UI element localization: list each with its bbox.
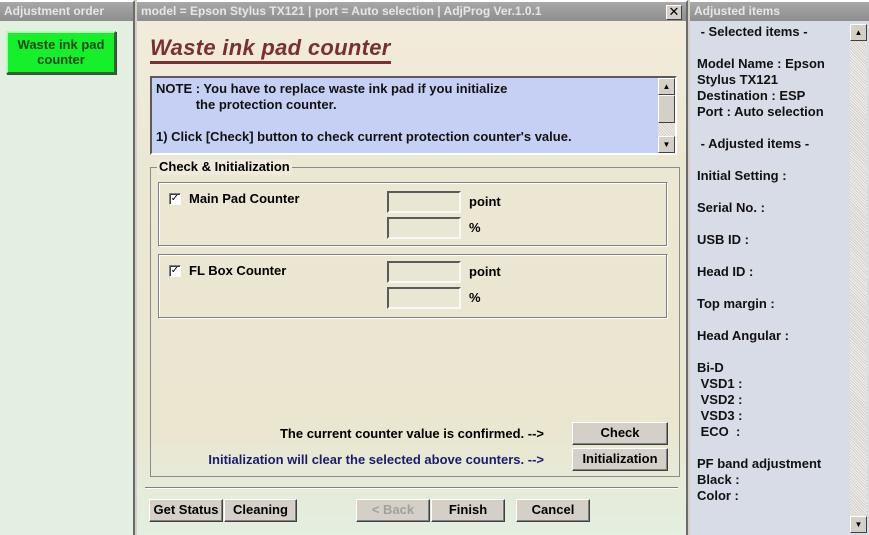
- main-window: model = Epson Stylus TX121 | port = Auto…: [137, 0, 688, 535]
- check-initialization-group: Check & Initialization ✓ Main Pad Counte…: [150, 159, 680, 477]
- adjusted-item-line: [697, 184, 847, 200]
- adjusted-item-line: Black :: [697, 472, 740, 487]
- window-title: model = Epson Stylus TX121 | port = Auto…: [137, 2, 686, 21]
- get-status-button[interactable]: Get Status: [149, 499, 223, 522]
- check-button[interactable]: Check: [572, 422, 668, 445]
- scroll-up-button[interactable]: ▲: [850, 24, 867, 41]
- adjusted-item-line: - Selected items -: [697, 24, 808, 39]
- note-line-blank: [156, 113, 655, 129]
- adjusted-item-line: Initial Setting :: [697, 168, 787, 183]
- adjusted-item-line: Model Name : Epson: [697, 56, 825, 71]
- point-unit-label: point: [469, 264, 501, 279]
- checkmark-icon: ✓: [170, 265, 180, 276]
- adjusted-item-line: [697, 312, 847, 328]
- group-legend: Check & Initialization: [157, 159, 292, 175]
- finish-button[interactable]: Finish: [431, 499, 505, 522]
- main-pad-counter-label: Main Pad Counter: [189, 191, 300, 206]
- adjusted-item-line: [697, 120, 847, 136]
- adjusted-item-line: VSD2 :: [697, 392, 743, 407]
- fl-box-counter-checkbox[interactable]: ✓: [169, 265, 181, 277]
- adjusted-item-line: VSD3 :: [697, 408, 743, 423]
- initialization-button[interactable]: Initialization: [572, 448, 668, 471]
- adjusted-items-list: - Selected items - Model Name : Epson Sty…: [697, 24, 847, 504]
- fl-box-percent-field[interactable]: [387, 287, 461, 309]
- scroll-down-button[interactable]: ▼: [850, 516, 867, 533]
- waste-ink-pad-counter-item[interactable]: Waste ink pad counter: [6, 31, 116, 74]
- back-button[interactable]: < Back: [356, 499, 430, 522]
- percent-unit-label: %: [469, 290, 481, 305]
- waste-ink-item-label-line1: Waste ink pad: [17, 37, 105, 52]
- scroll-up-button[interactable]: ▲: [658, 78, 675, 95]
- adjusted-item-line: Top margin :: [697, 296, 775, 311]
- cleaning-button[interactable]: Cleaning: [224, 499, 297, 522]
- arrow-down-icon: ▼: [662, 140, 671, 149]
- check-instruction-text: The current counter value is confirmed. …: [279, 426, 544, 441]
- note-textbox[interactable]: NOTE : You have to replace waste ink pad…: [150, 76, 677, 155]
- adjusted-item-line: Bi-D: [697, 360, 724, 375]
- main-pad-percent-field[interactable]: [387, 217, 461, 239]
- adjusted-item-line: Head Angular :: [697, 328, 789, 343]
- note-line: 1) Click [Check] button to check current…: [156, 129, 572, 144]
- point-unit-label: point: [469, 194, 501, 209]
- arrow-down-icon: ▼: [854, 520, 863, 529]
- adjusted-item-line: [697, 344, 847, 360]
- note-text: NOTE : You have to replace waste ink pad…: [156, 81, 655, 145]
- note-line: NOTE : You have to replace waste ink pad…: [156, 81, 508, 96]
- adjusted-item-line: [697, 248, 847, 264]
- adjusted-item-line: [697, 40, 847, 56]
- adjusted-item-line: [697, 280, 847, 296]
- adjusted-item-line: Stylus TX121: [697, 72, 778, 87]
- adjusted-item-line: USB ID :: [697, 232, 749, 247]
- adjusted-item-line: - Adjusted items -: [697, 136, 810, 151]
- fl-box-point-field[interactable]: [387, 261, 461, 283]
- main-pad-counter-box: ✓ Main Pad Counter point %: [158, 182, 668, 247]
- adjusted-item-line: PF band adjustment: [697, 456, 822, 471]
- adjusted-item-line: Color :: [697, 488, 739, 503]
- adjustment-order-panel: Adjustment order Waste ink pad counter: [0, 0, 135, 535]
- cancel-button[interactable]: Cancel: [516, 499, 590, 522]
- waste-ink-item-label-line2: counter: [37, 52, 85, 67]
- adjusted-item-line: ECO :: [697, 424, 741, 439]
- note-scrollbar[interactable]: ▲ ▼: [658, 78, 675, 153]
- scroll-thumb[interactable]: [658, 95, 675, 123]
- scroll-down-button[interactable]: ▼: [658, 136, 675, 153]
- arrow-up-icon: ▲: [662, 82, 671, 91]
- adjustment-order-title: Adjustment order: [0, 2, 133, 21]
- adjusted-item-line: [697, 440, 847, 456]
- adjusted-items-title: Adjusted items: [690, 2, 869, 21]
- initialization-instruction-text: Initialization will clear the selected a…: [208, 452, 544, 467]
- main-pad-counter-checkbox[interactable]: ✓: [169, 193, 181, 205]
- adjusted-item-line: Destination : ESP: [697, 88, 806, 103]
- adjusted-item-line: VSD1 :: [697, 376, 743, 391]
- arrow-up-icon: ▲: [854, 28, 863, 37]
- adjusted-item-line: Port : Auto selection: [697, 104, 824, 119]
- fl-box-counter-box: ✓ FL Box Counter point %: [158, 254, 668, 319]
- close-icon: ✕: [668, 4, 680, 19]
- close-button[interactable]: ✕: [666, 5, 682, 20]
- adjusted-items-scrollbar[interactable]: ▲ ▼: [850, 24, 867, 533]
- adjusted-item-line: Serial No. :: [697, 200, 765, 215]
- adjusted-item-line: [697, 216, 847, 232]
- page-title: Waste ink pad counter: [150, 35, 391, 64]
- adjusted-items-panel: Adjusted items - Selected items - Model …: [690, 0, 869, 535]
- footer-separator: [145, 487, 678, 489]
- adjusted-item-line: [697, 152, 847, 168]
- checkmark-icon: ✓: [170, 193, 180, 204]
- adjusted-item-line: Head ID :: [697, 264, 754, 279]
- note-line: the protection counter.: [156, 97, 337, 112]
- fl-box-counter-label: FL Box Counter: [189, 263, 287, 278]
- main-pad-point-field[interactable]: [387, 191, 461, 213]
- percent-unit-label: %: [469, 220, 481, 235]
